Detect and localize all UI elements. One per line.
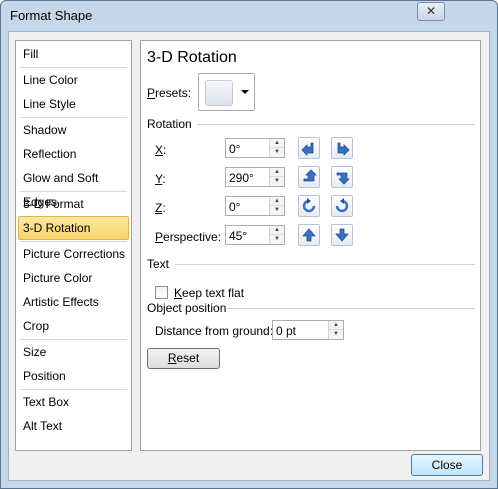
dialog-content: Fill Line Color Line Style Shadow Reflec…: [8, 31, 490, 481]
perspective-label: Perspective:: [155, 230, 222, 244]
spin-down-icon[interactable]: ▼: [270, 235, 284, 244]
spin-up-icon[interactable]: ▲: [270, 197, 284, 206]
rotate-counterclockwise-icon: [302, 198, 316, 213]
rotate-down-button[interactable]: [331, 166, 353, 188]
presets-label: Presets:: [147, 86, 192, 100]
z-rotation-value: 0°: [229, 200, 241, 214]
rotate-left-icon: [301, 142, 314, 156]
reset-button[interactable]: Reset: [147, 348, 220, 369]
rotate-up-button[interactable]: [298, 166, 320, 188]
section-divider: [227, 308, 475, 309]
category-list: Fill Line Color Line Style Shadow Reflec…: [15, 40, 132, 451]
nav-item-position[interactable]: Position: [18, 364, 129, 388]
dialog-title: Format Shape: [10, 8, 93, 23]
nav-item-3d-format[interactable]: 3-D Format: [18, 192, 129, 216]
z-rotation-spinner[interactable]: 0° ▲ ▼: [225, 196, 285, 216]
x-rotation-spinner[interactable]: 0° ▲ ▼: [225, 138, 285, 158]
rotate-up-icon: [303, 169, 317, 182]
rotation-panel: 3-D Rotation Presets: Rotation X: 0° ▲ ▼: [140, 40, 481, 451]
dropdown-arrow-icon: [241, 90, 249, 94]
object-position-section-header: Object position: [147, 301, 227, 315]
nav-item-picture-color[interactable]: Picture Color: [18, 266, 129, 290]
title-bar: Format Shape ✕: [1, 1, 497, 31]
spin-down-icon[interactable]: ▼: [270, 206, 284, 215]
close-button[interactable]: Close: [411, 454, 483, 476]
x-rotation-label: X:: [155, 143, 167, 157]
narrow-field-of-view-button[interactable]: [298, 224, 320, 246]
nav-item-alt-text[interactable]: Alt Text: [18, 414, 129, 438]
rotate-left-button[interactable]: [298, 137, 320, 159]
spin-buttons: ▲ ▼: [269, 197, 284, 215]
keep-text-flat-checkbox[interactable]: [155, 286, 168, 299]
spin-down-icon[interactable]: ▼: [270, 148, 284, 157]
spin-buttons: ▲ ▼: [269, 168, 284, 186]
narrow-field-of-view-icon: [302, 228, 316, 242]
spin-down-icon[interactable]: ▼: [270, 177, 284, 186]
close-icon: ✕: [425, 4, 437, 18]
y-rotation-spinner[interactable]: 290° ▲ ▼: [225, 167, 285, 187]
y-rotation-value: 290°: [229, 171, 254, 185]
section-divider: [197, 124, 475, 125]
rotate-counterclockwise-button[interactable]: [298, 195, 320, 217]
spin-buttons: ▲ ▼: [269, 226, 284, 244]
nav-item-crop[interactable]: Crop: [18, 314, 129, 338]
widen-field-of-view-button[interactable]: [331, 224, 353, 246]
rotate-down-icon: [336, 172, 350, 185]
perspective-value: 45°: [229, 229, 248, 243]
keep-text-flat-label: Keep text flat: [174, 286, 245, 300]
spin-up-icon[interactable]: ▲: [270, 168, 284, 177]
presets-dropdown[interactable]: [198, 73, 255, 111]
nav-item-glow-soft-edges[interactable]: Glow and Soft Edges: [18, 166, 129, 209]
spin-buttons: ▲ ▼: [328, 321, 343, 339]
rotate-clockwise-icon: [335, 198, 349, 213]
format-shape-dialog: Format Shape ✕ Fill Line Color Line Styl…: [0, 0, 498, 489]
nav-item-picture-corrections[interactable]: Picture Corrections: [18, 242, 129, 266]
nav-item-size[interactable]: Size: [18, 340, 129, 364]
nav-item-fill[interactable]: Fill: [18, 42, 129, 66]
nav-item-artistic-effects[interactable]: Artistic Effects: [18, 290, 129, 314]
nav-item-line-color[interactable]: Line Color: [18, 68, 129, 92]
nav-item-reflection[interactable]: Reflection: [18, 142, 129, 166]
distance-from-ground-label: Distance from ground:: [155, 324, 274, 338]
preset-preview-icon: [205, 80, 233, 106]
distance-from-ground-spinner[interactable]: 0 pt ▲ ▼: [272, 320, 344, 340]
title-close-button[interactable]: ✕: [417, 2, 445, 21]
y-rotation-label: Y:: [155, 172, 166, 186]
rotate-right-button[interactable]: [331, 137, 353, 159]
spin-down-icon[interactable]: ▼: [329, 330, 343, 339]
perspective-spinner[interactable]: 45° ▲ ▼: [225, 225, 285, 245]
nav-item-line-style[interactable]: Line Style: [18, 92, 129, 116]
spin-up-icon[interactable]: ▲: [329, 321, 343, 330]
spin-buttons: ▲ ▼: [269, 139, 284, 157]
spin-up-icon[interactable]: ▲: [270, 226, 284, 235]
nav-item-shadow[interactable]: Shadow: [18, 118, 129, 142]
nav-item-3d-rotation[interactable]: 3-D Rotation: [18, 216, 129, 240]
text-section-header: Text: [147, 257, 170, 271]
z-rotation-label: Z:: [155, 201, 166, 215]
distance-from-ground-value: 0 pt: [276, 324, 297, 338]
panel-title: 3-D Rotation: [147, 49, 237, 66]
rotation-section-header: Rotation: [147, 117, 192, 131]
x-rotation-value: 0°: [229, 142, 241, 156]
widen-field-of-view-icon: [335, 228, 349, 242]
rotate-clockwise-button[interactable]: [331, 195, 353, 217]
spin-up-icon[interactable]: ▲: [270, 139, 284, 148]
rotate-right-icon: [337, 142, 350, 156]
nav-item-text-box[interactable]: Text Box: [18, 390, 129, 414]
section-divider: [175, 264, 475, 265]
